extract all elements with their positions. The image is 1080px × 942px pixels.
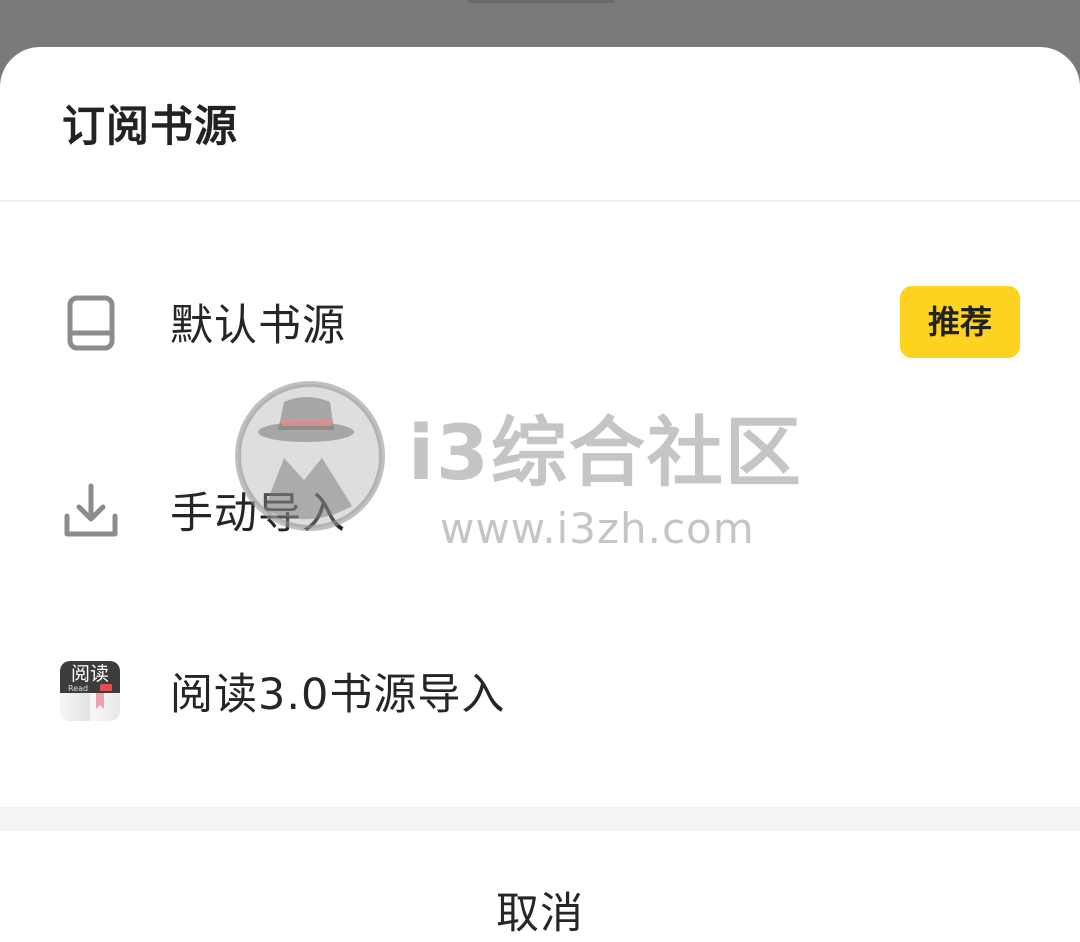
- app-icon-text: 阅读: [70, 663, 109, 685]
- app-icon-sub: Read: [68, 684, 89, 693]
- recommend-badge: 推荐: [900, 286, 1020, 358]
- app-icon-book: [60, 693, 120, 721]
- option-manual-import[interactable]: 手动导入: [0, 438, 1080, 588]
- option-label: 默认书源: [170, 301, 346, 351]
- option-default-source[interactable]: 默认书源 推荐: [0, 250, 1080, 400]
- book-icon: [60, 292, 122, 354]
- option-label: 手动导入: [170, 489, 346, 539]
- sheet-title: 订阅书源: [62, 102, 238, 152]
- legado-app-icon: 阅读 Read: [60, 661, 120, 721]
- app-icon-ribbon: [100, 684, 112, 691]
- download-icon: [60, 480, 122, 542]
- cancel-button[interactable]: 取消: [0, 831, 1080, 942]
- subscribe-source-sheet: 订阅书源 默认书源 推荐 手动导入 阅读 Read 阅读3.0书源导入 取消: [0, 47, 1080, 942]
- option-legado-import[interactable]: 阅读 Read 阅读3.0书源导入: [0, 619, 1080, 769]
- option-label: 阅读3.0书源导入: [170, 670, 506, 720]
- cancel-label: 取消: [496, 889, 584, 939]
- title-divider: [0, 200, 1080, 202]
- section-gap: [0, 807, 1080, 831]
- top-handle: [468, 0, 614, 3]
